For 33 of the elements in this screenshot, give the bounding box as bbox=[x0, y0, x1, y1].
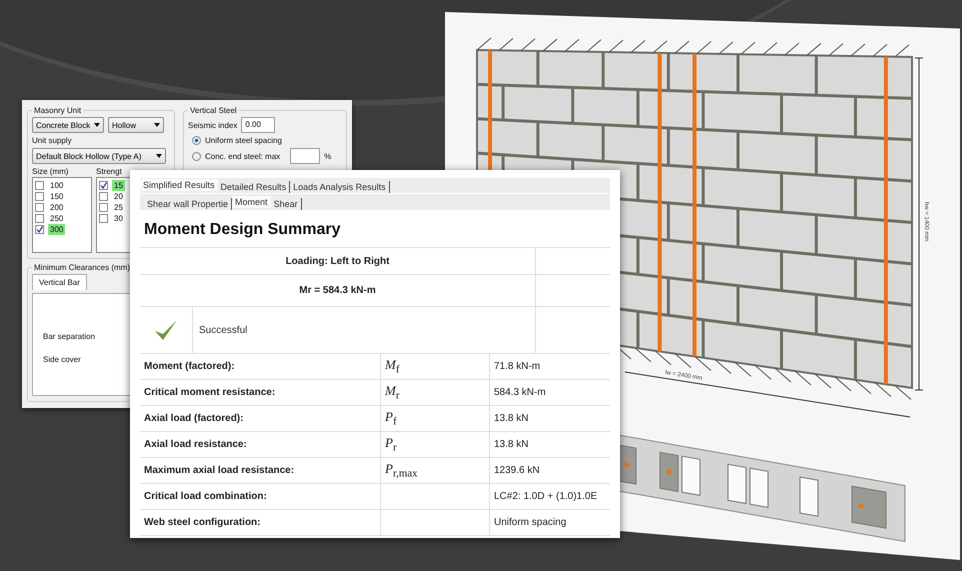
row-value: LC#2: 1.0D + (1.0)1.0E bbox=[493, 490, 598, 504]
loading-heading: Loading: Left to Right bbox=[284, 254, 390, 268]
row-value: 1239.6 kN bbox=[493, 464, 541, 478]
row-label: Critical moment resistance: bbox=[140, 380, 381, 405]
row-label: Axial load resistance: bbox=[140, 432, 381, 457]
math-symbol: P$_{r,max}$ bbox=[385, 461, 418, 480]
list-label: Strengt bbox=[96, 167, 123, 176]
row-label: Critical load combination: bbox=[140, 484, 381, 509]
status-text: Successful bbox=[198, 324, 248, 338]
group-title: Minimum Clearances (mm) bbox=[33, 263, 132, 272]
row-value: 584.3 kN-m bbox=[493, 386, 547, 400]
field-label: Unit supply bbox=[32, 136, 73, 145]
group-title: Masonry Unit bbox=[33, 106, 82, 115]
group-title: Vertical Steel bbox=[189, 106, 238, 115]
row-label: Moment (factored): bbox=[140, 354, 381, 379]
field-label: Seismic index bbox=[188, 120, 238, 130]
math-symbol: P$_{f}$ bbox=[385, 409, 397, 428]
unit-label: % bbox=[324, 152, 332, 160]
row-label: Web steel configuration: bbox=[140, 510, 381, 535]
row-value: 71.8 kN-m bbox=[493, 360, 542, 374]
math-symbol: M$_{f}$ bbox=[385, 357, 400, 376]
report-title: Moment Design Summary bbox=[140, 210, 610, 248]
math-symbol: M$_{r}$ bbox=[385, 383, 400, 402]
field-label: Bar separation bbox=[43, 332, 96, 341]
row-label: Maximum axial load resistance: bbox=[140, 458, 381, 483]
math-symbol: P$_{r}$ bbox=[385, 435, 397, 454]
field-label: Side cover bbox=[43, 355, 82, 364]
row-value: 13.8 kN bbox=[493, 438, 530, 452]
row-value: 13.8 kN bbox=[493, 412, 530, 426]
list-label: Size (mm) bbox=[32, 167, 70, 176]
row-value: Uniform spacing bbox=[493, 516, 568, 530]
resistance-heading: Mr = 584.3 kN-m bbox=[298, 284, 377, 298]
row-label: Axial load (factored): bbox=[140, 406, 381, 431]
